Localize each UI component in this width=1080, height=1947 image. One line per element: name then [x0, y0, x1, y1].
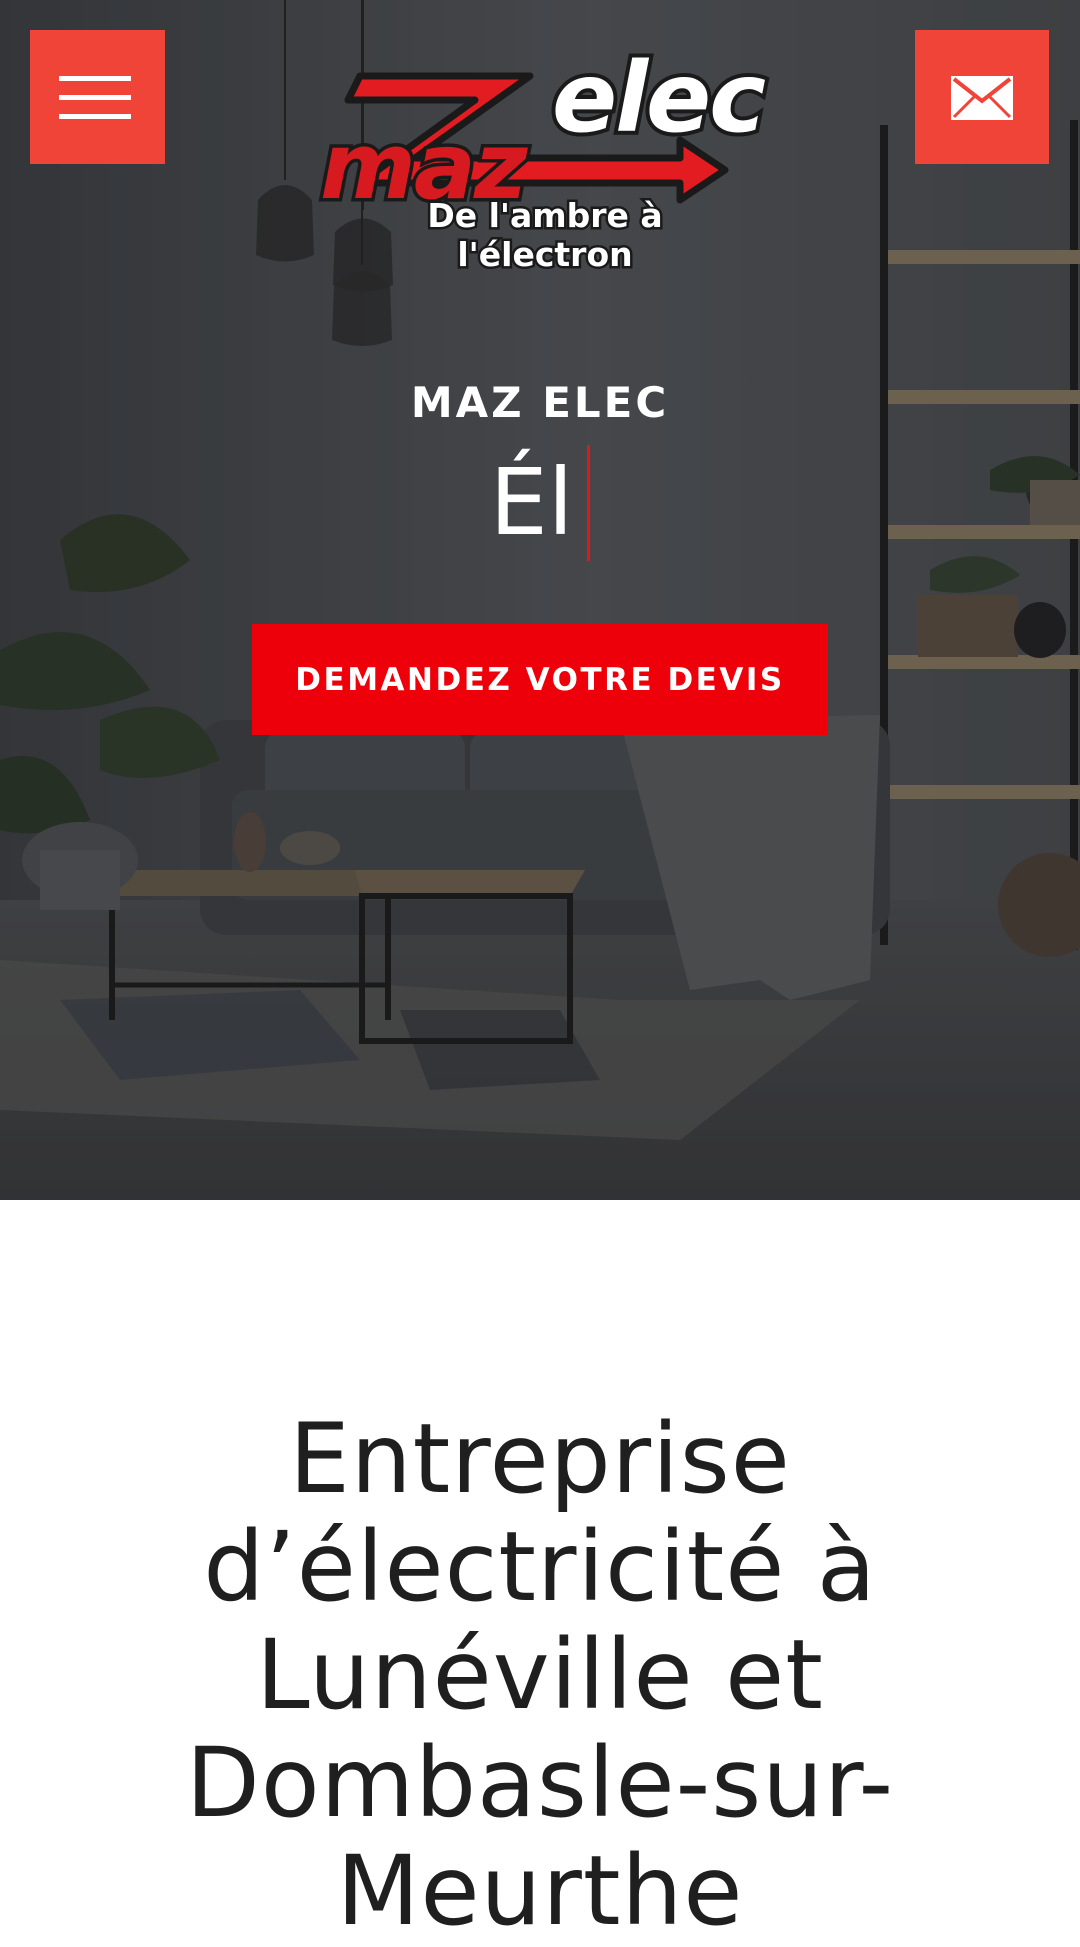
request-quote-button[interactable]: DEMANDEZ VOTRE DEVIS	[252, 624, 828, 735]
menu-button[interactable]	[30, 30, 165, 164]
envelope-icon	[951, 76, 1013, 120]
logo-tagline: De l'ambre à l'électron	[425, 194, 665, 277]
logo-word-elec: elec	[548, 38, 770, 158]
page-title: Entreprise d’électricité à Lunéville et …	[185, 1403, 895, 1947]
hero-typed-headline: Él	[0, 444, 1080, 567]
contact-mail-button[interactable]	[915, 30, 1049, 164]
hero-eyebrow: MAZ ELEC	[410, 378, 670, 427]
hero-typed-text: Él	[489, 449, 574, 556]
site-logo[interactable]: maz elec De l'ambre à l'électron	[300, 28, 780, 277]
typing-caret	[587, 444, 591, 561]
